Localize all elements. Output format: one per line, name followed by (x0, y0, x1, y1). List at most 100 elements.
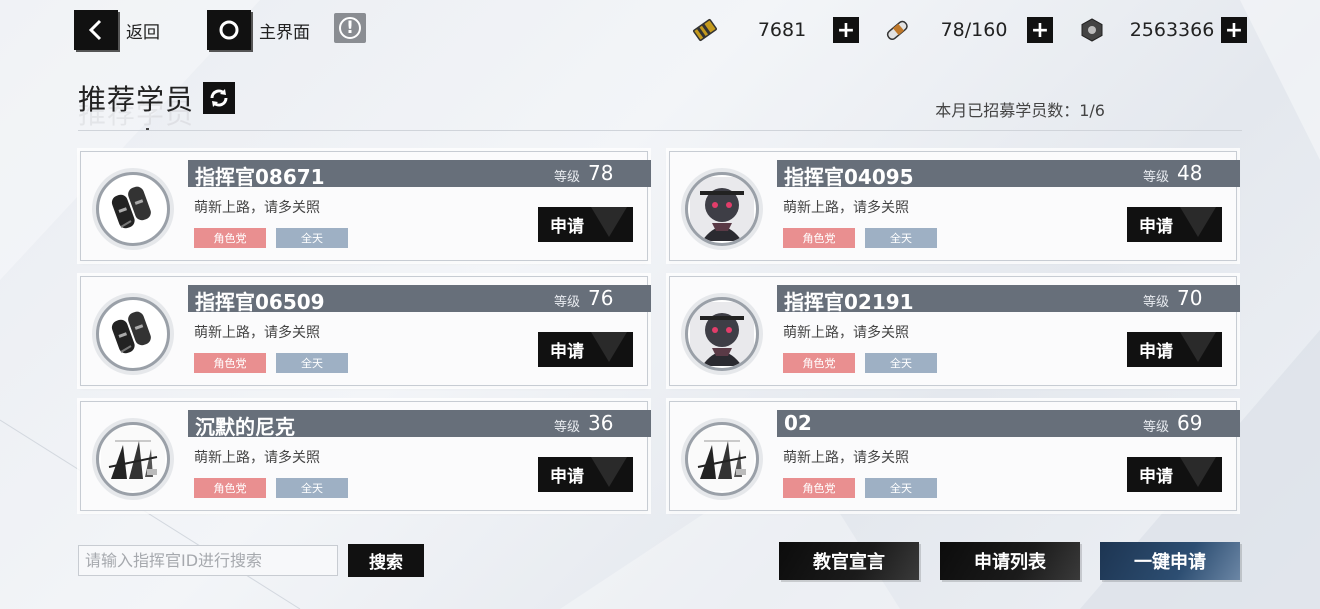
tag-role: 角色党 (194, 353, 266, 373)
tag-role: 角色党 (783, 353, 855, 373)
level-label: 等级 (554, 420, 581, 435)
declaration-button[interactable]: 教官宣言 (779, 542, 919, 580)
home-button[interactable]: 主界面 (207, 10, 310, 50)
decor-triangle (591, 207, 627, 237)
tag-role: 角色党 (194, 228, 266, 248)
home-label: 主界面 (259, 22, 310, 43)
decor-triangle (1180, 332, 1216, 362)
bolt-nut-icon (1075, 13, 1109, 47)
student-card: 指挥官06509 等级 76 萌新上路，请多关照 角色党 全天 申请 (80, 276, 651, 386)
refresh-icon (210, 89, 228, 107)
decor-triangle (1180, 457, 1216, 487)
name-bar: 指挥官08671 等级 78 (188, 160, 651, 189)
avatar[interactable] (685, 422, 759, 496)
back-button[interactable]: 返回 (74, 10, 160, 50)
battery-icon (688, 13, 722, 47)
commander-name: 沉默的尼克 (195, 415, 295, 439)
tag-time: 全天 (865, 228, 937, 248)
decor-triangle (591, 332, 627, 362)
search-input[interactable] (78, 545, 338, 576)
add-battery-button[interactable]: + (833, 17, 859, 43)
section-title-wrap: 推荐学员 (78, 78, 194, 118)
apply-label: 申请 (550, 342, 584, 362)
motto: 萌新上路，请多关照 (783, 200, 909, 216)
avatar[interactable] (685, 172, 759, 246)
name-bar: 指挥官06509 等级 76 (188, 285, 651, 314)
decor-triangle (591, 457, 627, 487)
tag-time: 全天 (276, 228, 348, 248)
apply-label: 申请 (1139, 217, 1173, 237)
apply-label: 申请 (1139, 342, 1173, 362)
level-label: 等级 (554, 170, 581, 185)
student-card: 指挥官02191 等级 70 萌新上路，请多关照 角色党 全天 申请 (669, 276, 1240, 386)
name-bar: 02 等级 69 (777, 410, 1240, 437)
back-label: 返回 (126, 22, 160, 43)
motto: 萌新上路，请多关照 (783, 325, 909, 341)
level-value: 78 (588, 161, 614, 185)
avatar[interactable] (96, 422, 170, 496)
info-glyph: ! (346, 18, 354, 38)
resource-coin: 2563366 (1075, 12, 1227, 48)
student-card: 沉默的尼克 等级 36 萌新上路，请多关照 角色党 全天 申请 (80, 401, 651, 511)
apply-button[interactable]: 申请 (538, 332, 633, 367)
commander-name: 指挥官04095 (784, 165, 914, 189)
apply-button[interactable]: 申请 (538, 457, 633, 492)
student-card: 指挥官04095 等级 48 萌新上路，请多关照 角色党 全天 申请 (669, 151, 1240, 261)
search-button[interactable]: 搜索 (348, 544, 424, 577)
level-value: 70 (1177, 286, 1203, 310)
page-title: 推荐学员 (78, 83, 195, 116)
tag-role: 角色党 (783, 228, 855, 248)
info-icon[interactable]: ! (334, 13, 366, 43)
chevron-left-icon (74, 10, 118, 50)
avatar[interactable] (685, 297, 759, 371)
name-bar: 指挥官02191 等级 70 (777, 285, 1240, 314)
recruit-count: 本月已招募学员数：1/6 (935, 101, 1105, 120)
tag-time: 全天 (276, 478, 348, 498)
resource-stamina: 78/160 (880, 12, 1024, 48)
motto: 萌新上路，请多关照 (194, 450, 320, 466)
stamina-icon (880, 13, 914, 47)
name-bar: 沉默的尼克 等级 36 (188, 410, 651, 439)
apply-button[interactable]: 申请 (538, 207, 633, 242)
avatar[interactable] (96, 172, 170, 246)
level-label: 等级 (554, 295, 581, 310)
commander-name: 指挥官08671 (195, 165, 325, 189)
tag-time: 全天 (276, 353, 348, 373)
apply-label: 申请 (1139, 467, 1173, 487)
level-value: 36 (588, 411, 614, 435)
stamina-value: 78/160 (940, 19, 1008, 41)
level-value: 69 (1177, 411, 1203, 435)
add-stamina-button[interactable]: + (1027, 17, 1053, 43)
name-bar: 指挥官04095 等级 48 (777, 160, 1240, 189)
resource-battery: 7681 (688, 12, 832, 48)
refresh-button[interactable] (203, 82, 235, 114)
level-label: 等级 (1143, 420, 1170, 435)
battery-value: 7681 (757, 19, 807, 41)
add-coin-button[interactable]: + (1221, 17, 1247, 43)
decor-triangle (1180, 207, 1216, 237)
tag-time: 全天 (865, 478, 937, 498)
commander-name: 指挥官02191 (784, 290, 914, 314)
tag-role: 角色党 (783, 478, 855, 498)
header-divider (78, 130, 1242, 131)
level-value: 76 (588, 286, 614, 310)
one-click-apply-button[interactable]: 一键申请 (1100, 542, 1240, 580)
circle-home-icon (207, 10, 251, 50)
motto: 萌新上路，请多关照 (194, 325, 320, 341)
apply-button[interactable]: 申请 (1127, 207, 1222, 242)
level-label: 等级 (1143, 170, 1170, 185)
motto: 萌新上路，请多关照 (194, 200, 320, 216)
commander-name: 02 (784, 411, 812, 435)
commander-name: 指挥官06509 (195, 290, 325, 314)
tag-role: 角色党 (194, 478, 266, 498)
motto: 萌新上路，请多关照 (783, 450, 909, 466)
coin-value: 2563366 (1129, 19, 1215, 41)
apply-list-button[interactable]: 申请列表 (940, 542, 1080, 580)
tag-time: 全天 (865, 353, 937, 373)
avatar[interactable] (96, 297, 170, 371)
level-value: 48 (1177, 161, 1203, 185)
apply-button[interactable]: 申请 (1127, 457, 1222, 492)
apply-button[interactable]: 申请 (1127, 332, 1222, 367)
apply-label: 申请 (550, 467, 584, 487)
student-card: 指挥官08671 等级 78 萌新上路，请多关照 角色党 全天 申请 (80, 151, 651, 261)
